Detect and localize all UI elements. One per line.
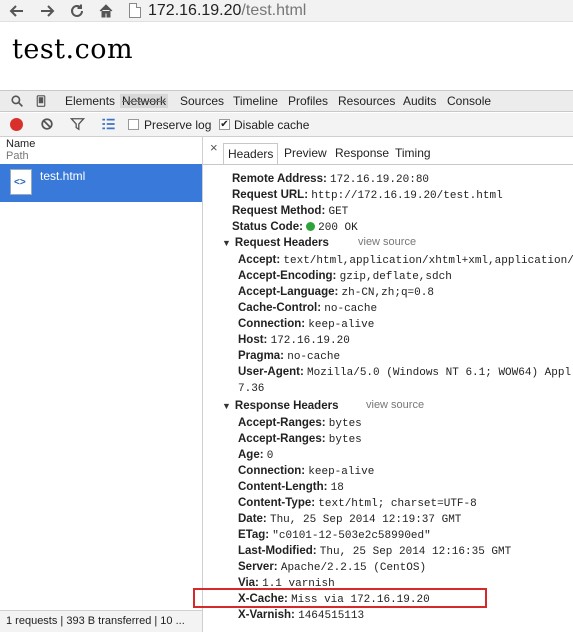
tab-headers[interactable]: Headers xyxy=(223,143,279,165)
tab-timeline[interactable]: Timeline xyxy=(233,94,278,108)
response-view-source-link[interactable]: view source xyxy=(366,399,424,411)
general-row: Remote Address: 172.16.19.20:80 xyxy=(232,173,430,186)
response-header-row: ETag: "c0101-12-503e2c58990ed" xyxy=(238,529,431,542)
tab-profiles[interactable]: Profiles xyxy=(288,94,328,108)
response-headers-toggle[interactable]: ▼ Response Headers xyxy=(222,398,338,414)
column-name: Name xyxy=(6,138,36,150)
user-agent-continuation: 7.36 xyxy=(238,383,265,395)
close-details-icon[interactable]: × xyxy=(210,140,218,155)
response-header-row: X-Varnish: 1464515113 xyxy=(238,609,365,622)
expand-triangle-icon: ▼ xyxy=(222,401,231,411)
column-header[interactable]: Name Path xyxy=(6,138,35,162)
tab-resources[interactable]: Resources xyxy=(338,94,395,108)
expand-triangle-icon: ▼ xyxy=(222,238,231,248)
address-bar[interactable]: 172.16.19.20/test.html xyxy=(148,1,306,21)
tab-audits[interactable]: Audits xyxy=(403,94,436,108)
page-icon xyxy=(129,3,141,18)
request-header-row: Accept-Language: zh-CN,zh;q=0.8 xyxy=(238,286,434,299)
back-arrow-icon[interactable] xyxy=(6,1,28,21)
column-path: Path xyxy=(6,150,29,162)
search-icon[interactable] xyxy=(9,93,25,109)
home-icon[interactable] xyxy=(95,1,117,21)
disable-cache-checkbox[interactable]: ✔ xyxy=(219,119,230,130)
tab-elements[interactable]: Elements xyxy=(65,94,115,108)
response-header-row: Last-Modified: Thu, 25 Sep 2014 12:16:35… xyxy=(238,545,512,558)
request-details: × Headers Preview Response Timing Remote… xyxy=(203,137,573,632)
request-header-row: Accept: text/html,application/xhtml+xml,… xyxy=(238,254,573,267)
tab-response[interactable]: Response xyxy=(331,143,393,165)
devtools-tabbar: Elements Network Sources Timeline Profil… xyxy=(0,90,573,112)
response-header-row: Content-Length: 18 xyxy=(238,481,344,494)
general-row: Request Method: GET xyxy=(232,205,349,218)
preserve-log-checkbox[interactable] xyxy=(128,119,139,130)
request-header-row: User-Agent: Mozilla/5.0 (Windows NT 6.1;… xyxy=(238,366,572,379)
url-path: /test.html xyxy=(241,2,307,19)
request-header-row: Pragma: no-cache xyxy=(238,350,341,363)
url-host: 172.16.19.20 xyxy=(148,2,242,19)
html-file-icon: <> xyxy=(10,169,32,195)
request-headers-toggle[interactable]: ▼ Request Headers xyxy=(222,235,329,251)
x-cache-highlight xyxy=(193,588,487,608)
request-row[interactable]: <> test.html xyxy=(0,164,202,202)
request-name: test.html xyxy=(40,169,86,183)
preserve-log-label: Preserve log xyxy=(144,118,212,132)
request-headers-title: Request Headers xyxy=(234,237,329,249)
browser-toolbar: 172.16.19.20/test.html xyxy=(0,0,573,22)
forward-arrow-icon[interactable] xyxy=(36,1,58,21)
device-mode-icon[interactable] xyxy=(33,93,49,109)
status-summary: 1 requests | 393 B transferred | 10 ... xyxy=(0,610,202,632)
response-header-row: Connection: keep-alive xyxy=(238,465,375,478)
request-view-source-link[interactable]: view source xyxy=(358,236,416,248)
general-row: Request URL: http://172.16.19.20/test.ht… xyxy=(232,189,503,202)
tab-sources[interactable]: Sources xyxy=(180,94,224,108)
page-heading: test.com xyxy=(12,34,134,65)
response-header-row: Server: Apache/2.2.15 (CentOS) xyxy=(238,561,427,574)
network-toolbar: Preserve log ✔ Disable cache xyxy=(0,113,573,137)
request-header-row: Cache-Control: no-cache xyxy=(238,302,378,315)
record-icon[interactable] xyxy=(10,118,23,131)
clear-icon[interactable] xyxy=(40,117,56,133)
response-headers-title: Response Headers xyxy=(234,400,339,412)
disable-cache-label: Disable cache xyxy=(234,118,310,132)
response-header-row: Content-Type: text/html; charset=UTF-8 xyxy=(238,497,477,510)
request-header-row: Connection: keep-alive xyxy=(238,318,375,331)
reload-icon[interactable] xyxy=(66,1,88,21)
general-row: Status Code: 200 OK xyxy=(232,221,358,234)
response-header-row: Accept-Ranges: bytes xyxy=(238,417,362,430)
list-view-icon[interactable] xyxy=(101,117,117,133)
request-header-row: Host: 172.16.19.20 xyxy=(238,334,350,347)
tab-timing[interactable]: Timing xyxy=(391,143,435,165)
response-header-row: Date: Thu, 25 Sep 2014 12:19:37 GMT xyxy=(238,513,462,526)
filter-icon[interactable] xyxy=(69,117,86,133)
tab-console[interactable]: Console xyxy=(447,94,491,108)
tab-network[interactable]: Network xyxy=(120,94,169,108)
request-list: Name Path <> test.html 1 requests | 393 … xyxy=(0,137,203,632)
tab-divider xyxy=(203,164,573,165)
response-header-row: Accept-Ranges: bytes xyxy=(238,433,362,446)
tab-preview[interactable]: Preview xyxy=(280,143,331,165)
status-ok-icon xyxy=(306,222,316,231)
response-header-row: Age: 0 xyxy=(238,449,274,462)
request-header-row: Accept-Encoding: gzip,deflate,sdch xyxy=(238,270,452,283)
